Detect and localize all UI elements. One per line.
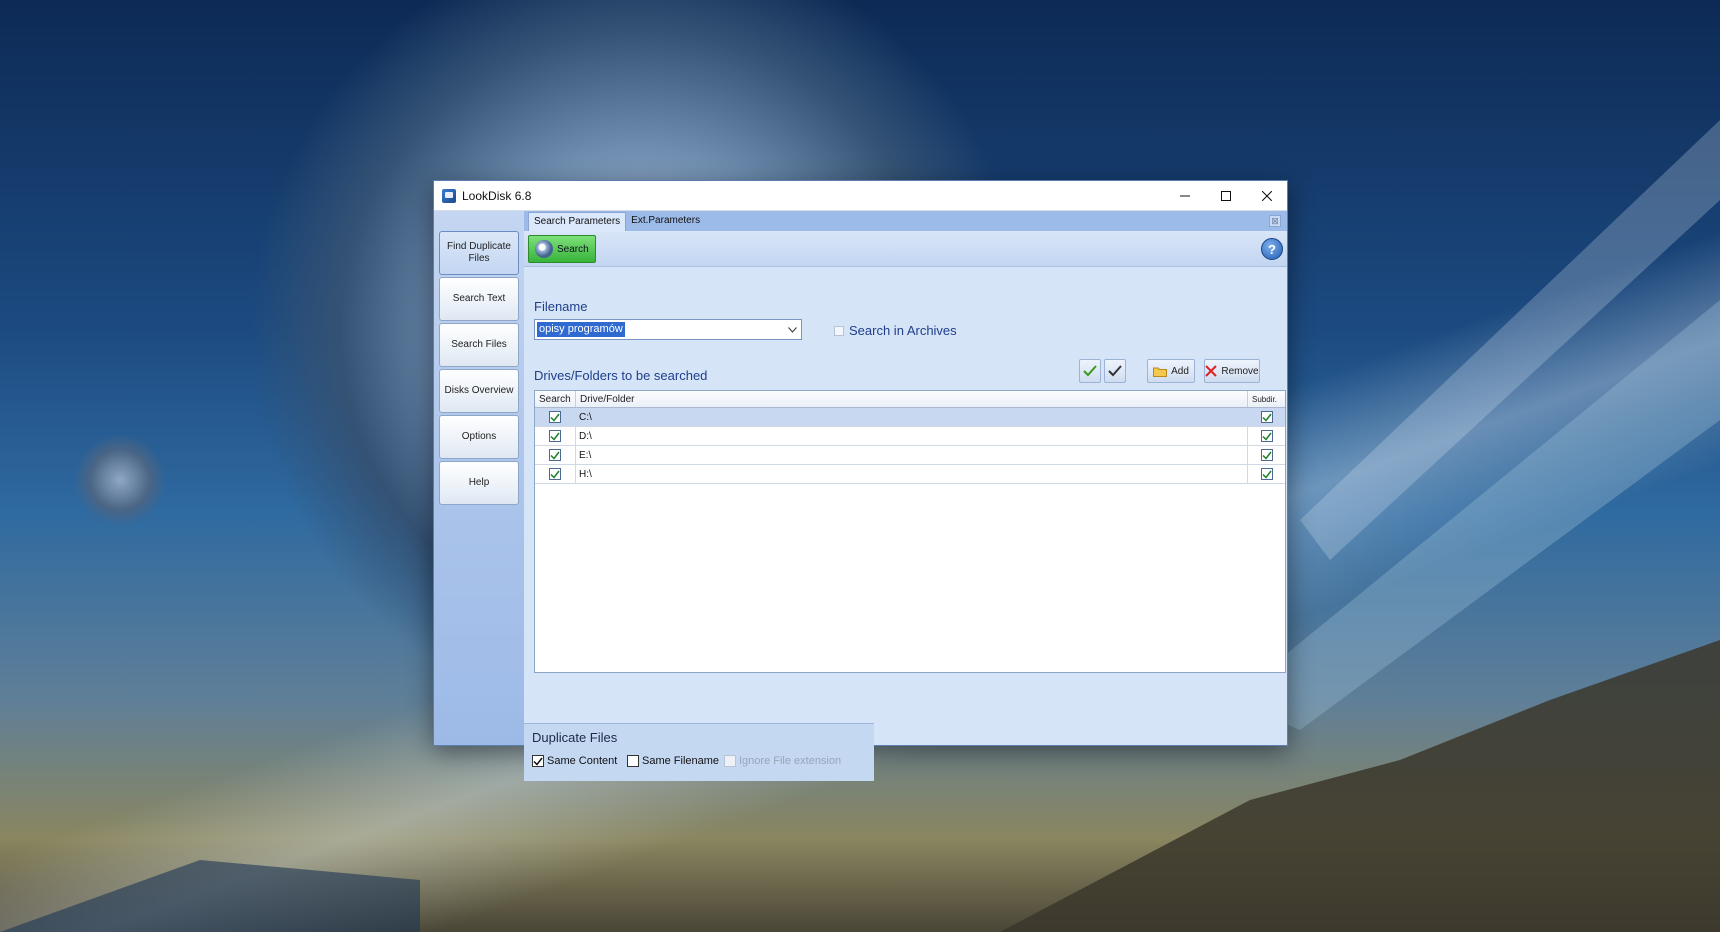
check-icon — [533, 757, 543, 766]
check-icon — [550, 451, 560, 460]
subdir-checkbox[interactable] — [1260, 430, 1273, 442]
app-icon — [442, 188, 456, 203]
same-filename-label: Same Filename — [642, 755, 720, 767]
search-checkbox[interactable] — [549, 468, 561, 480]
table-header: Search Drive/Folder Subdir. — [535, 391, 1285, 408]
nav-disks-overview[interactable]: Disks Overview — [439, 369, 519, 413]
drive-folder-cell: D:\ — [576, 427, 1248, 445]
drives-table: Search Drive/Folder Subdir. C:\ D:\ E:\ — [534, 390, 1286, 673]
search-in-archives-checkbox[interactable] — [834, 325, 844, 336]
nav-label: Options — [461, 431, 497, 442]
table-row[interactable]: D:\ — [535, 427, 1285, 446]
column-header-subdir[interactable]: Subdir. — [1248, 391, 1285, 407]
check-icon — [550, 432, 560, 441]
help-icon[interactable]: ? — [1261, 238, 1283, 260]
close-button[interactable] — [1246, 181, 1287, 211]
add-label: Add — [1171, 365, 1189, 377]
table-row[interactable]: H:\ — [535, 465, 1285, 484]
column-header-drive-folder[interactable]: Drive/Folder — [576, 391, 1248, 407]
main-content: Search Parameters Ext.Parameters ⊠ Searc… — [524, 211, 1287, 781]
filename-label: Filename — [534, 299, 588, 314]
check-icon — [1261, 470, 1272, 479]
tab-close-icon[interactable]: ⊠ — [1269, 215, 1281, 227]
ignore-extension-label: Ignore File extension — [739, 755, 842, 767]
drives-label: Drives/Folders to be searched — [534, 368, 708, 383]
check-icon — [550, 470, 560, 479]
search-checkbox[interactable] — [549, 449, 561, 461]
minimize-icon — [1179, 195, 1190, 197]
add-button[interactable]: Add — [1147, 359, 1195, 383]
check-icon — [1261, 432, 1272, 441]
tab-search-parameters[interactable]: Search Parameters — [528, 212, 627, 231]
subdir-checkbox[interactable] — [1260, 449, 1273, 461]
chevron-down-icon[interactable] — [783, 320, 801, 339]
tab-strip: Search Parameters Ext.Parameters ⊠ — [524, 211, 1287, 231]
remove-button[interactable]: Remove — [1204, 359, 1260, 383]
search-in-archives-option[interactable]: Search in Archives — [834, 323, 957, 338]
same-content-checkbox[interactable] — [532, 755, 544, 767]
nav-label: Search Files — [451, 339, 507, 350]
nav-label: Disks Overview — [444, 385, 514, 396]
same-content-label: Same Content — [547, 755, 618, 767]
check-dark-icon — [1108, 365, 1122, 377]
check-icon — [1261, 413, 1272, 422]
close-icon — [1261, 191, 1272, 201]
table-row[interactable]: C:\ — [535, 408, 1285, 427]
ignore-extension-checkbox — [724, 755, 736, 767]
nav-search-text[interactable]: Search Text — [439, 277, 519, 321]
drive-folder-cell: E:\ — [576, 446, 1248, 464]
left-nav: Find Duplicate Files Search Text Search … — [434, 211, 524, 745]
search-button-label: Search — [557, 243, 589, 255]
uncheck-all-button[interactable] — [1104, 359, 1126, 383]
ignore-extension-option: Ignore File extension — [724, 755, 841, 767]
lookdisk-window: LookDisk 6.8 Find Duplicate Files Search… — [433, 180, 1288, 781]
same-filename-option[interactable]: Same Filename — [627, 755, 719, 767]
same-filename-checkbox[interactable] — [627, 755, 639, 767]
nav-label: Find Duplicate Files — [447, 241, 511, 264]
search-icon — [535, 240, 553, 258]
subdir-checkbox[interactable] — [1260, 468, 1273, 480]
check-all-button[interactable] — [1079, 359, 1101, 383]
same-content-option[interactable]: Same Content — [532, 755, 617, 767]
maximize-button[interactable] — [1205, 181, 1246, 211]
nav-label: Help — [468, 477, 490, 488]
check-icon — [550, 413, 560, 422]
drive-folder-cell: H:\ — [576, 465, 1248, 483]
search-parameters-panel: Filename opisy programów Search in Archi… — [524, 267, 1287, 781]
minimize-button[interactable] — [1164, 181, 1205, 211]
tab-ext-parameters[interactable]: Ext.Parameters — [626, 212, 705, 231]
folder-icon — [1153, 367, 1168, 377]
check-icon — [1261, 451, 1272, 460]
search-in-archives-label: Search in Archives — [849, 323, 957, 338]
table-row[interactable]: E:\ — [535, 446, 1285, 465]
filename-combobox[interactable]: opisy programów — [534, 319, 802, 340]
nav-label: Search Text — [452, 293, 506, 304]
nav-find-duplicate-files[interactable]: Find Duplicate Files — [439, 231, 519, 275]
search-checkbox[interactable] — [549, 411, 561, 423]
remove-label: Remove — [1221, 365, 1259, 377]
toolbar: Search ? — [524, 231, 1287, 267]
search-checkbox[interactable] — [549, 430, 561, 442]
maximize-icon — [1220, 191, 1231, 201]
subdir-checkbox[interactable] — [1260, 411, 1273, 423]
window-title: LookDisk 6.8 — [462, 188, 532, 203]
filename-value[interactable]: opisy programów — [537, 322, 625, 337]
nav-search-files[interactable]: Search Files — [439, 323, 519, 367]
column-header-search[interactable]: Search — [535, 391, 576, 407]
nav-options[interactable]: Options — [439, 415, 519, 459]
search-button[interactable]: Search — [528, 235, 596, 263]
drive-folder-cell: C:\ — [576, 408, 1248, 426]
duplicate-files-title: Duplicate Files — [532, 730, 618, 745]
remove-x-icon — [1205, 365, 1218, 377]
nav-help[interactable]: Help — [439, 461, 519, 505]
title-bar: LookDisk 6.8 — [434, 181, 1287, 211]
check-green-icon — [1083, 365, 1097, 377]
duplicate-files-group: Duplicate Files Same Content Same Filena… — [524, 723, 874, 781]
